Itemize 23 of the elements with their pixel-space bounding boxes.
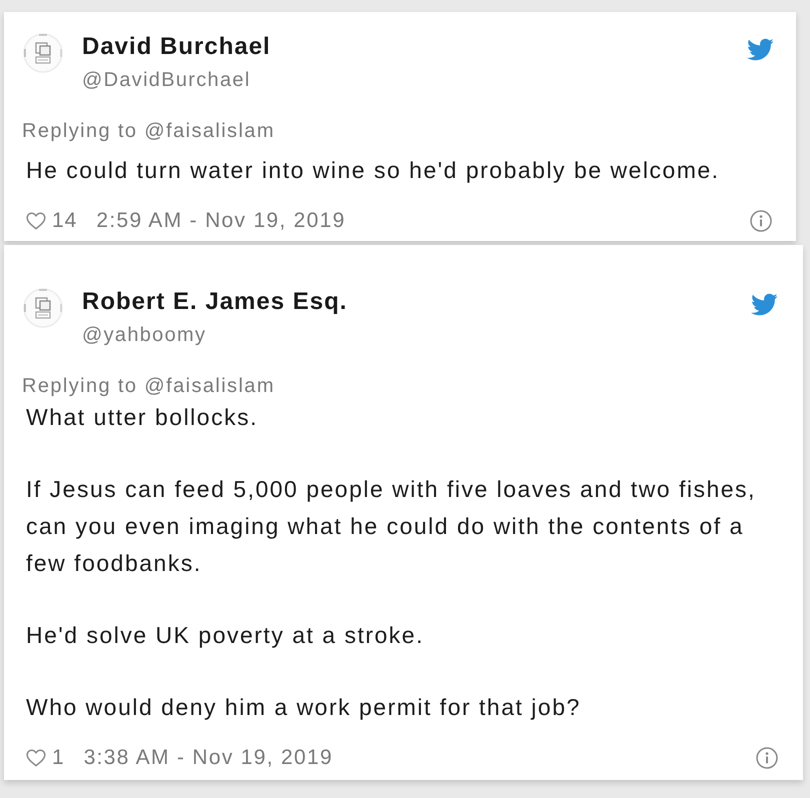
- bird-icon[interactable]: [750, 293, 778, 317]
- author-name: David Burchael: [82, 32, 271, 62]
- like-count: 1: [52, 746, 65, 770]
- author-name: Robert E. James Esq.: [82, 287, 348, 317]
- tweet-text: He could turn water into wine so he'd probably be welcome.: [26, 156, 721, 185]
- replying-to-text: Replying to @faisalislam: [22, 119, 275, 144]
- info-icon[interactable]: [750, 210, 772, 232]
- heart-icon[interactable]: [26, 749, 46, 767]
- replying-to-text: Replying to @faisalislam: [22, 374, 275, 399]
- tweet-text: He'd solve UK poverty at a stroke.: [26, 621, 425, 650]
- tweet-timestamp: 3:38 AM - Nov 19, 2019: [84, 746, 333, 770]
- info-icon[interactable]: [756, 747, 778, 769]
- tweet-text: If Jesus can feed 5,000 people with five loaves and two fishes, can you even imaging what he could do with the contents of a few foodbanks.: [26, 475, 757, 578]
- broken-image-icon: [22, 287, 64, 329]
- tweet-text: What utter bollocks.: [26, 403, 259, 432]
- tweet-timestamp: 2:59 AM - Nov 19, 2019: [96, 209, 346, 233]
- heart-icon[interactable]: [26, 212, 46, 230]
- broken-image-icon: [22, 32, 64, 74]
- bird-icon[interactable]: [746, 38, 774, 62]
- author-handle: @yahboomy: [82, 323, 206, 348]
- tweet-text: Who would deny him a work permit for that job?: [26, 693, 582, 722]
- like-count: 14: [52, 209, 78, 233]
- author-handle: @DavidBurchael: [82, 68, 251, 93]
